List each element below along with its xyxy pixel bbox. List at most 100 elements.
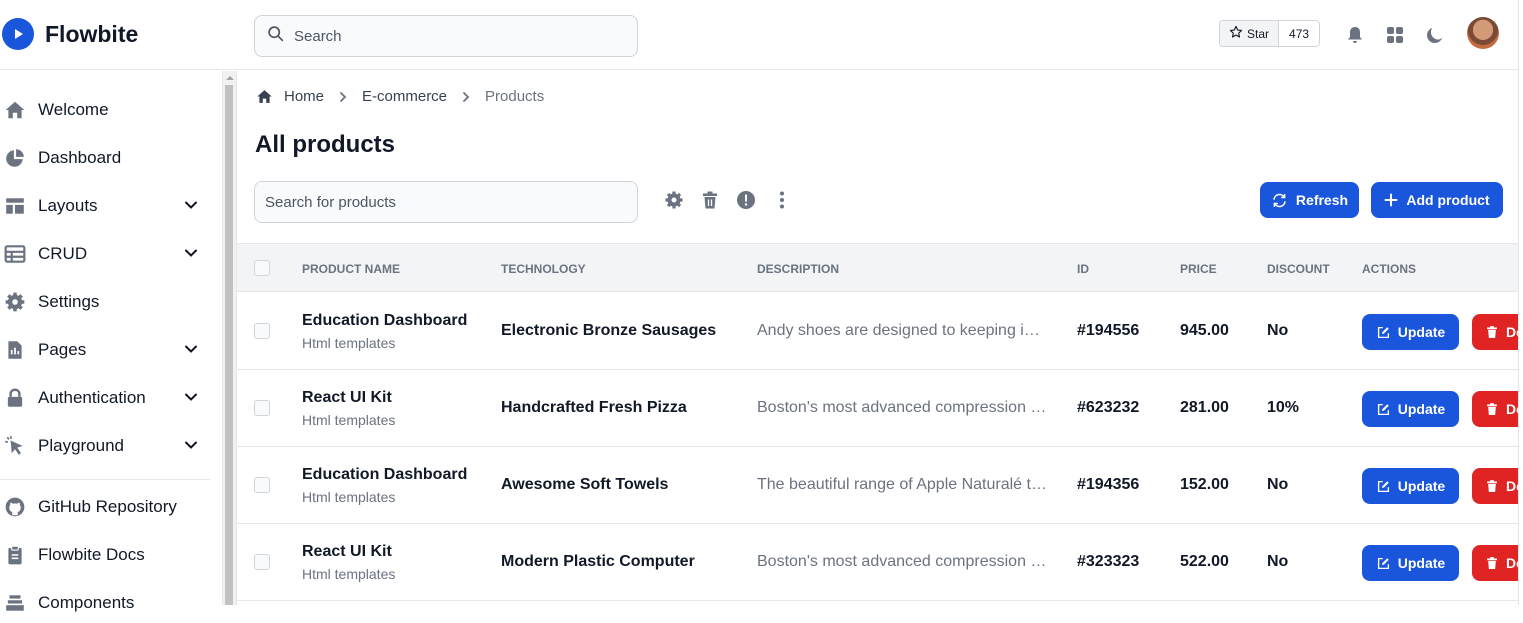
product-technology: Electronic Bronze Sausages	[501, 322, 717, 339]
table-row: React UI Kit Html templates Handcrafted …	[237, 370, 1523, 447]
row-checkbox[interactable]	[254, 477, 270, 493]
product-description: Boston's most advanced compression wear …	[757, 399, 1047, 416]
home-icon	[2, 97, 28, 123]
product-category: Html templates	[302, 335, 396, 351]
stack-icon	[2, 590, 28, 616]
product-discount: No	[1267, 476, 1289, 493]
sidebar-link-github[interactable]: GitHub Repository	[0, 487, 210, 527]
product-search-input[interactable]	[265, 193, 585, 211]
product-id: #194356	[1077, 476, 1140, 493]
product-description: Andy shoes are designed to keeping in mi…	[757, 322, 1047, 339]
select-all-checkbox[interactable]	[254, 260, 270, 276]
exclamation-circle-icon[interactable]	[735, 189, 757, 211]
column-header[interactable]: PRICE	[1180, 262, 1217, 276]
sidebar-divider	[0, 479, 210, 480]
update-label: Update	[1397, 401, 1446, 417]
row-checkbox[interactable]	[254, 400, 270, 416]
breadcrumb-home[interactable]: Home	[284, 88, 324, 105]
product-category: Html templates	[302, 566, 396, 582]
cursor-icon	[2, 433, 28, 459]
product-technology: Awesome Soft Towels	[501, 476, 669, 493]
sidebar-link-components[interactable]: Components	[0, 583, 210, 623]
chevron-down-icon	[184, 198, 198, 217]
chevron-down-icon	[184, 246, 198, 265]
delete-button[interactable]: Delete	[1472, 468, 1523, 504]
delete-button[interactable]: Delete	[1472, 545, 1523, 581]
delete-button[interactable]: Delete	[1472, 391, 1523, 427]
update-button[interactable]: Update	[1362, 468, 1459, 504]
product-discount: No	[1267, 553, 1289, 570]
column-header[interactable]: ID	[1077, 262, 1089, 276]
global-search[interactable]	[254, 15, 638, 57]
dark-mode-moon-icon[interactable]	[1424, 24, 1446, 46]
update-button[interactable]: Update	[1362, 545, 1459, 581]
clipboard-icon	[2, 542, 28, 568]
trash-icon	[1485, 402, 1499, 416]
product-name: Education Dashboard	[302, 466, 468, 483]
star-label: Star	[1247, 26, 1270, 41]
sidebar-scrollbar[interactable]	[222, 71, 236, 605]
product-description: The beautiful range of Apple Naturalé th…	[757, 476, 1047, 493]
product-name: Education Dashboard	[302, 312, 468, 329]
sidebar-item-authentication[interactable]: Authentication	[0, 378, 210, 418]
sidebar-item-welcome[interactable]: Welcome	[0, 90, 210, 130]
edit-icon	[1376, 479, 1391, 494]
sidebar-item-label: Components	[38, 593, 135, 612]
update-button[interactable]: Update	[1362, 314, 1459, 350]
sidebar-item-playground[interactable]: Playground	[0, 426, 210, 466]
update-button[interactable]: Update	[1362, 391, 1459, 427]
github-icon	[2, 494, 28, 520]
sidebar-item-label: Layouts	[38, 196, 98, 215]
add-product-button[interactable]: Add product	[1371, 182, 1503, 218]
column-header[interactable]: TECHNOLOGY	[501, 262, 586, 276]
product-id: #323323	[1077, 553, 1140, 570]
trash-icon	[1485, 556, 1499, 570]
sidebar-item-label: CRUD	[38, 244, 88, 263]
trash-icon[interactable]	[699, 189, 721, 211]
bell-icon[interactable]	[1344, 24, 1366, 46]
edit-icon	[1376, 556, 1391, 571]
github-star-widget[interactable]: Star 473	[1219, 20, 1321, 47]
breadcrumb-ecommerce[interactable]: E-commerce	[362, 88, 447, 105]
product-technology: Modern Plastic Computer	[501, 553, 695, 570]
product-category: Html templates	[302, 412, 396, 428]
sidebar-item-settings[interactable]: Settings	[0, 282, 210, 322]
product-category: Html templates	[302, 489, 396, 505]
column-header[interactable]: PRODUCT NAME	[302, 262, 400, 276]
update-label: Update	[1397, 478, 1446, 494]
update-label: Update	[1397, 555, 1446, 571]
table-header: PRODUCT NAME TECHNOLOGY DESCRIPTION ID P…	[237, 243, 1523, 292]
sidebar-item-label: Pages	[38, 340, 87, 359]
home-icon	[256, 88, 273, 105]
sidebar-scroll-thumb[interactable]	[225, 85, 233, 605]
product-discount: No	[1267, 322, 1289, 339]
column-header[interactable]: DESCRIPTION	[757, 262, 839, 276]
layout-icon	[2, 193, 28, 219]
logo[interactable]: Flowbite	[2, 18, 138, 50]
table-row: React UI Kit Html templates Modern Plast…	[237, 524, 1523, 601]
top-navbar: Flowbite Star 473	[0, 0, 1523, 70]
column-header[interactable]: DISCOUNT	[1267, 262, 1330, 276]
star-button[interactable]: Star	[1220, 21, 1280, 46]
global-search-input[interactable]	[294, 27, 614, 45]
table-icon	[2, 241, 28, 267]
row-checkbox[interactable]	[254, 323, 270, 339]
sidebar-item-layouts[interactable]: Layouts	[0, 186, 210, 226]
gear-icon[interactable]	[663, 189, 685, 211]
star-count[interactable]: 473	[1279, 21, 1320, 46]
apps-grid-icon[interactable]	[1384, 24, 1406, 46]
sidebar-item-pages[interactable]: Pages	[0, 330, 210, 370]
product-search[interactable]	[254, 181, 638, 223]
more-vertical-icon[interactable]	[771, 189, 793, 211]
breadcrumb-current: Products	[485, 88, 545, 105]
sidebar-item-crud[interactable]: CRUD	[0, 234, 210, 274]
delete-button[interactable]: Delete	[1472, 314, 1523, 350]
user-avatar[interactable]	[1467, 17, 1499, 49]
page-scrollbar[interactable]	[1518, 0, 1523, 605]
sidebar-item-dashboard[interactable]: Dashboard	[0, 138, 210, 178]
product-id: #623232	[1077, 399, 1140, 416]
sidebar-link-docs[interactable]: Flowbite Docs	[0, 535, 210, 575]
row-checkbox[interactable]	[254, 554, 270, 570]
star-icon	[1229, 25, 1243, 42]
refresh-button[interactable]: Refresh	[1260, 182, 1359, 218]
